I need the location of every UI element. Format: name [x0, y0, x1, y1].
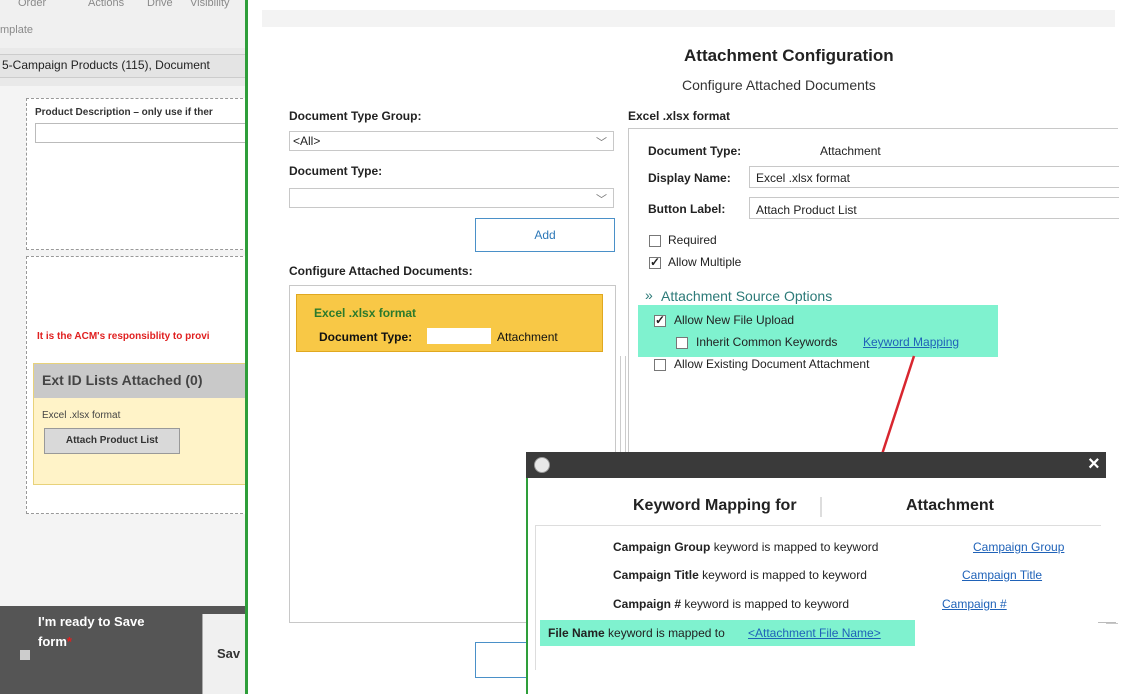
display-name-value: Excel .xlsx format: [756, 171, 851, 185]
popup-title-prefix: Keyword Mapping for: [633, 497, 797, 514]
source-options-title[interactable]: Attachment Source Options: [661, 288, 832, 304]
ext-id-format: Excel .xlsx format: [42, 410, 121, 421]
product-description-section: Product Description – only use if ther: [26, 98, 256, 250]
detail-doc-type-label: Document Type:: [648, 144, 742, 158]
allow-new-upload-checkbox[interactable]: [654, 313, 666, 327]
chevron-double-up-icon[interactable]: »: [645, 287, 653, 303]
doc-type-group-value: <All>: [293, 134, 321, 148]
popup-titlebar: ×: [526, 452, 1106, 478]
allow-multiple-label: Allow Multiple: [668, 255, 742, 269]
list-item-excel-format[interactable]: Excel .xlsx format Document Type: Attach…: [296, 294, 603, 352]
button-label-input[interactable]: Attach Product List: [749, 197, 1119, 219]
redacted-block: [427, 328, 491, 344]
product-description-input[interactable]: [35, 123, 256, 143]
allow-existing-label: Allow Existing Document Attachment: [674, 357, 870, 371]
save-bar: I'm ready to Save form* Sav: [0, 606, 248, 694]
allow-existing-checkbox[interactable]: [654, 359, 666, 371]
background-menu-bar: Order Actions Drive Visibility mplate: [0, 0, 247, 48]
mapping-row-file-name: File Name keyword is mapped to: [548, 626, 725, 640]
save-button[interactable]: Sav: [217, 646, 240, 661]
required-checkbox[interactable]: [649, 235, 661, 247]
ready-checkbox[interactable]: [20, 650, 30, 660]
chevron-down-icon: ﹀: [596, 194, 607, 206]
campaign-group-link[interactable]: Campaign Group: [973, 540, 1064, 554]
button-label-label: Button Label:: [648, 202, 726, 216]
list-item-name: Excel .xlsx format: [314, 306, 417, 320]
warning-text: It is the ACM's responsiblity to provi: [37, 331, 210, 342]
add-button[interactable]: Add: [475, 218, 615, 252]
mapping-row-campaign-group: Campaign Group keyword is mapped to keyw…: [613, 540, 879, 554]
breadcrumb-text: 5-Campaign Products (115), Document: [2, 58, 210, 72]
doc-type-select[interactable]: ﹀: [289, 188, 614, 208]
doc-type-group-label: Document Type Group:: [289, 109, 422, 123]
campaign-number-link[interactable]: Campaign #: [942, 597, 1007, 611]
inherit-keywords-checkbox[interactable]: [676, 337, 688, 349]
splitter-handle[interactable]: [620, 356, 626, 456]
popup-content-border: [535, 525, 536, 670]
required-asterisk: *: [66, 634, 72, 649]
list-item-doc-type-label: Document Type:: [319, 330, 413, 344]
ext-id-header: Ext ID Lists Attached (0): [34, 364, 250, 398]
menu-item-drive[interactable]: Drive: [147, 0, 173, 9]
popup-edge-line: [1098, 622, 1116, 623]
required-label: Required: [668, 233, 717, 247]
ready-label: I'm ready to Save form*: [38, 614, 145, 649]
allow-multiple-checkbox[interactable]: [649, 255, 661, 269]
attach-product-list-button[interactable]: Attach Product List: [44, 428, 180, 454]
breadcrumb: 5-Campaign Products (115), Document: [0, 54, 247, 78]
menu-item-order[interactable]: Order: [18, 0, 46, 9]
allow-new-upload-label: Allow New File Upload: [674, 313, 795, 327]
ext-id-section: It is the ACM's responsiblity to provi E…: [26, 256, 250, 514]
list-item-doc-type-value: Attachment: [497, 330, 558, 344]
mapping-row-campaign-number: Campaign # keyword is mapped to keyword: [613, 597, 850, 611]
ext-id-title: Ext ID Lists Attached (0): [42, 372, 203, 388]
popup-divider: [535, 525, 1101, 526]
dialog-subtitle: Configure Attached Documents: [682, 77, 876, 93]
attachment-file-name-link[interactable]: <Attachment File Name>: [748, 626, 881, 640]
doc-type-label: Document Type:: [289, 164, 383, 178]
configure-attached-label: Configure Attached Documents:: [289, 264, 473, 278]
form-footer-gap: [0, 588, 247, 606]
save-button-area: Sav: [202, 614, 248, 694]
doc-type-group-select[interactable]: <All> ﹀: [289, 131, 614, 151]
detail-header: Excel .xlsx format: [628, 109, 731, 123]
product-description-label: Product Description – only use if ther: [35, 107, 213, 118]
menu-item-visibility[interactable]: Visibility: [190, 0, 230, 9]
close-icon[interactable]: ×: [1088, 453, 1100, 476]
keyword-mapping-link[interactable]: Keyword Mapping: [863, 335, 959, 349]
template-label: mplate: [0, 24, 34, 36]
app-logo-icon: [534, 457, 550, 473]
popup-title-suffix: Attachment: [906, 497, 995, 514]
chevron-down-icon: ﹀: [596, 137, 607, 149]
detail-doc-type-value: Attachment: [820, 144, 881, 158]
inherit-keywords-label: Inherit Common Keywords: [696, 335, 838, 349]
button-label-value: Attach Product List: [756, 203, 857, 217]
dialog-topbar: [262, 10, 1115, 27]
dialog-title: Attachment Configuration: [684, 46, 894, 65]
campaign-title-link[interactable]: Campaign Title: [962, 568, 1042, 582]
redacted-divider: [820, 497, 822, 517]
mapping-row-campaign-title: Campaign Title keyword is mapped to keyw…: [613, 568, 867, 582]
ext-id-panel: Ext ID Lists Attached (0) Excel .xlsx fo…: [33, 363, 250, 485]
display-name-input[interactable]: Excel .xlsx format: [749, 166, 1119, 188]
display-name-label: Display Name:: [648, 171, 731, 185]
menu-item-actions[interactable]: Actions: [88, 0, 124, 9]
